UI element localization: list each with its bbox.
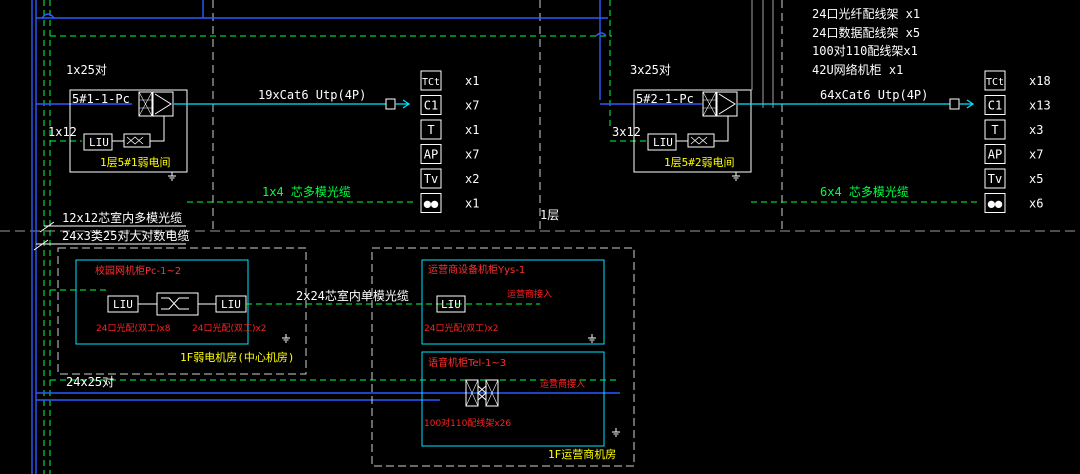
outlet-symbol: AP bbox=[988, 148, 1002, 162]
bldg1-ground-icon bbox=[168, 172, 176, 181]
bldg1-room-label: 1层5#1弱电间 bbox=[100, 156, 171, 169]
bldg1-fiber-cable-label: 1x4 芯多模光缆 bbox=[262, 185, 351, 199]
carrier-cab2-count: 100对110配线架x26 bbox=[424, 417, 511, 429]
bldg1-patch-panel-hatch bbox=[138, 91, 153, 117]
carrier-cab1-ground-icon bbox=[588, 334, 596, 343]
legend-line-2: 24口数据配线架 x5 bbox=[812, 25, 920, 40]
bldg2-riser-fiber-label: 3x12 bbox=[612, 125, 641, 139]
bldg2-ground-icon bbox=[732, 172, 740, 181]
center-room-label: 1F弱电机房(中心机房) bbox=[180, 350, 295, 364]
outlet-quantity: x13 bbox=[1029, 99, 1051, 113]
carrier-cab1-count: 24口光配(双工)x2 bbox=[424, 322, 499, 334]
outlet-quantity: x7 bbox=[465, 148, 479, 162]
outlet-quantity: x1 bbox=[465, 197, 479, 211]
carrier-cab1-note: 运营商接入 bbox=[507, 288, 552, 300]
bldg2-liu-label: LIU bbox=[653, 136, 673, 149]
bldg1-switch-arrow bbox=[154, 93, 172, 115]
bldg1-fiber-switch-icon bbox=[123, 133, 151, 148]
bldg1-cabinet-label: 5#1-1-Pc bbox=[72, 92, 130, 106]
legend-line-1: 24口光纤配线架 x1 bbox=[812, 7, 920, 21]
trunk-copper-label: 24x3类25对大对数电缆 bbox=[62, 228, 189, 243]
trunk-fiber-label: 12x12芯室内多模光缆 bbox=[62, 210, 182, 225]
carrier-cabinet-2-label: 语音机柜Tel-1~3 bbox=[428, 356, 506, 369]
bldg2-fiber-cable-label: 6x4 芯多模光缆 bbox=[820, 185, 909, 199]
bldg1-riser-label: 1x25对 bbox=[66, 63, 107, 77]
bldg2-patch-panel-hatch bbox=[702, 91, 717, 117]
legend-line-4: 42U网络机柜 x1 bbox=[812, 62, 903, 77]
outlet-quantity: x5 bbox=[1029, 172, 1043, 186]
bldg1-internal-link bbox=[112, 116, 165, 142]
center-liu-a: LIU bbox=[113, 298, 133, 311]
outlet-symbol: Tv bbox=[988, 172, 1002, 186]
bldg2-fiber-switch-glyph bbox=[690, 136, 708, 145]
outlet-symbol: T bbox=[991, 123, 998, 137]
legend-line-3: 100对110配线架x1 bbox=[812, 44, 918, 58]
bldg2-horiz-cable-label: 64xCat6 Utp(4P) bbox=[820, 88, 928, 102]
outlet-quantity: x2 bbox=[465, 172, 479, 186]
outlet-quantity: x1 bbox=[465, 123, 479, 137]
outlet-quantity: x7 bbox=[1029, 148, 1043, 162]
outlet-quantity: x1 bbox=[465, 74, 479, 88]
cad-drawing: 1x25对 1x12 5#1-1-Pc LIU 1层5#1弱电间 19xCat6… bbox=[0, 0, 1080, 474]
center-liu-b: LIU bbox=[221, 298, 241, 311]
outlet-symbol: C1 bbox=[988, 99, 1002, 113]
bldg1-arrow-icon bbox=[395, 99, 411, 109]
outlet-symbol: AP bbox=[424, 148, 438, 162]
carrier-room-label: 1F运营商机房 bbox=[548, 447, 616, 461]
outlet-symbol: C1 bbox=[424, 99, 438, 113]
bldg1-outlet-list: TCt x1 C1 x7 T x1 AP x7 Tv x2 ●● x1 bbox=[420, 70, 479, 213]
outlet-symbol: T bbox=[427, 123, 434, 137]
outlet-symbol: TCt bbox=[986, 77, 1004, 88]
bldg1-fiber-switch-glyph bbox=[126, 136, 144, 145]
carrier-cabinet-1-label: 运营商设备机柜Yys-1 bbox=[428, 263, 525, 276]
bldg2-arrow-icon bbox=[959, 99, 975, 109]
outlet-quantity: x7 bbox=[465, 99, 479, 113]
carrier-room-outline bbox=[371, 247, 635, 467]
trunk-copper-bottom-label: 24x25对 bbox=[66, 375, 114, 389]
bldg2-switch-arrow bbox=[718, 93, 736, 115]
center-cabinet-label: 校园网机柜Pc-1~2 bbox=[95, 264, 181, 277]
center-switch-glyph bbox=[161, 297, 189, 310]
floor-label: 1层 bbox=[540, 208, 559, 222]
single-mode-label: 2x24芯室内单模光缆 bbox=[296, 288, 409, 303]
center-ground-icon bbox=[282, 334, 290, 343]
center-note-a: 24口光配(双工)x8 bbox=[96, 322, 171, 334]
bldg1-riser-fiber-label: 1x12 bbox=[48, 125, 77, 139]
bldg2-room-label: 1层5#2弱电间 bbox=[664, 156, 735, 169]
bldg2-outlet-list: TCt x18 C1 x13 T x3 AP x7 Tv x5 ●● x6 bbox=[984, 70, 1051, 213]
center-note-b: 24口光配(双工)x2 bbox=[192, 322, 267, 334]
bldg2-riser-label: 3x25对 bbox=[630, 63, 671, 77]
bldg2-cabinet-label: 5#2-1-Pc bbox=[636, 92, 694, 106]
outlet-symbol: TCt bbox=[422, 77, 440, 88]
outlet-quantity: x6 bbox=[1029, 197, 1043, 211]
bldg2-switch-icon bbox=[716, 91, 738, 117]
outlet-symbol: Tv bbox=[424, 172, 438, 186]
outlet-symbol: ●● bbox=[988, 197, 1003, 211]
carrier-liu: LIU bbox=[441, 298, 461, 311]
bldg2-internal-link bbox=[676, 116, 729, 142]
bldg1-horiz-cable-label: 19xCat6 Utp(4P) bbox=[258, 88, 366, 102]
bldg1-switch-icon bbox=[152, 91, 174, 117]
bldg2-terminal-icon bbox=[949, 98, 960, 110]
legend-top: 24口光纤配线架 x1 24口数据配线架 x5 100对110配线架x1 42U… bbox=[812, 7, 920, 77]
outlet-quantity: x3 bbox=[1029, 123, 1043, 137]
carrier-cab2-ground-icon bbox=[612, 428, 620, 437]
carrier-cab2-note: 运营商接入 bbox=[540, 378, 585, 390]
center-switch-icon bbox=[156, 292, 199, 316]
bldg1-liu-label: LIU bbox=[89, 136, 109, 149]
bldg2-fiber-switch-icon bbox=[687, 133, 715, 148]
bldg1-terminal-icon bbox=[385, 98, 396, 110]
outlet-symbol: ●● bbox=[424, 197, 439, 211]
outlet-quantity: x18 bbox=[1029, 74, 1051, 88]
